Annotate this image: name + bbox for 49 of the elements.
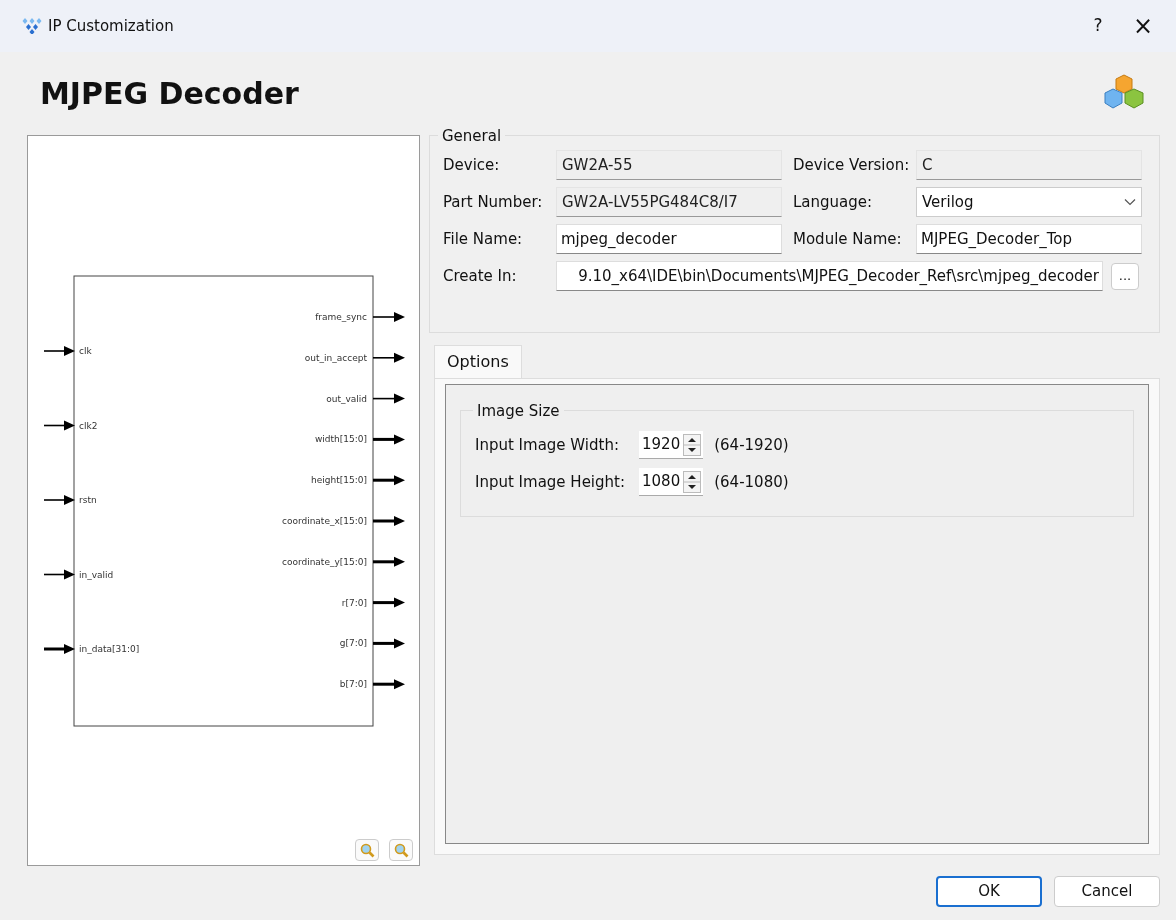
text-field[interactable]: MJPEG_Decoder_Top [916,224,1142,254]
dialog-button[interactable]: OK [936,876,1042,907]
path-field[interactable]: 9.10_x64\IDE\bin\Documents\MJPEG_Decoder_Ref\src\mjpeg_decoder [556,261,1103,291]
chevron-icon [1124,198,1136,206]
port-label: in_data[31:0] [79,644,140,654]
text-field[interactable]: mjpeg_decoder [556,224,782,254]
port-label: width[15:0] [314,434,367,445]
window-title: IP Customization [48,15,174,37]
field-label: Input Image Height: [475,471,626,493]
page-heading: MJPEG Decoder [40,75,300,113]
field-label: Part Number: [443,191,544,213]
port-label: out_valid [326,393,367,404]
field-label: Language: [793,191,874,213]
port-label: b[7:0] [339,679,367,690]
dialog-button[interactable]: Cancel [1054,876,1160,907]
options-tab[interactable]: Options [434,345,522,378]
field-label: Device: [443,154,501,176]
range-hint: (64-1920) [714,434,789,456]
language-dropdown[interactable]: Verilog [916,187,1142,217]
port-label: coordinate_y[15:0] [281,556,367,567]
range-hint: (64-1080) [714,471,789,493]
port-label: r[7:0] [341,597,367,608]
field-label: Input Image Width: [475,434,620,456]
field-label: File Name: [443,228,524,250]
port-label: out_in_accept [304,352,367,363]
spin-arrows-icon [683,433,702,456]
port-label: rstn [79,495,97,505]
field-label: Module Name: [793,228,903,250]
field-label: Device Version: [793,154,911,176]
app-logo-icon [22,18,42,34]
field-label: Create In: [443,265,518,287]
readonly-field: GW2A-55 [556,150,782,180]
close-button[interactable]: × [1118,6,1168,46]
port-label: in_valid [79,569,114,580]
port-label: g[7:0] [339,638,367,649]
spin-arrows-icon [683,470,702,493]
browse-button[interactable]: ... [1111,262,1139,290]
zoom-in-icon[interactable] [355,839,379,861]
port-label: clk [79,346,92,356]
help-button[interactable]: ? [1078,6,1118,46]
port-label: coordinate_x[15:0] [281,516,367,526]
zoom-out-icon[interactable] [389,839,413,861]
port-label: height[15:0] [311,475,367,486]
number-spinner[interactable]: 1920 [639,431,704,459]
port-label: clk2 [79,420,98,431]
readonly-field: GW2A-LV55PG484C8/I7 [556,187,782,217]
port-label: frame_sync [315,312,367,322]
readonly-field: C [916,150,1142,180]
number-spinner[interactable]: 1080 [639,468,704,496]
